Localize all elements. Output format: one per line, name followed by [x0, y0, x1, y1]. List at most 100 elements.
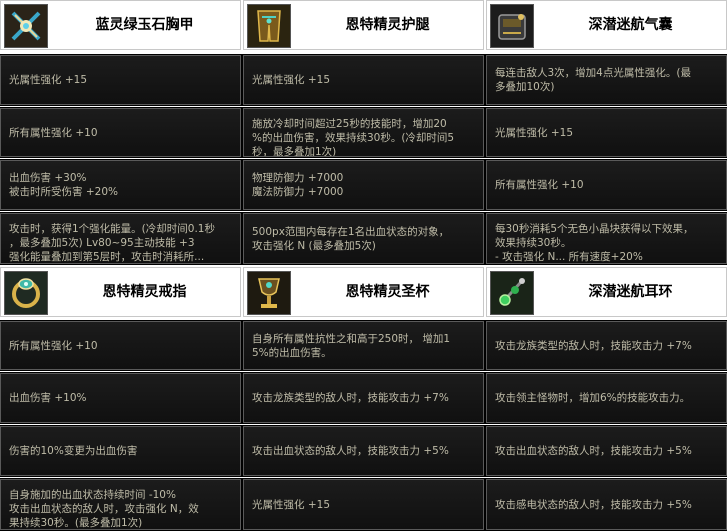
option-line: 出血伤害 +30% [9, 172, 87, 184]
option-line: 每连击敌人3次，增加4点光属性强化。(最 [495, 67, 691, 79]
option-line: 多叠加10次) [495, 81, 555, 93]
option-line: 被击时所受伤害 +20% [9, 186, 118, 198]
item-header: 恩特精灵圣杯 [243, 267, 484, 317]
option-panel: 所有属性强化 +10 [0, 320, 242, 371]
option-line: 攻击时，获得1个强化能量。(冷却时间0.1秒 [9, 223, 215, 235]
option-line: 伤害的10%变更为出血伤害 [9, 445, 138, 457]
option-line: 所有属性强化 +10 [495, 179, 584, 191]
option-text: 攻击领主怪物时，增加6%的技能攻击力。 [495, 391, 690, 405]
option-panel: 所有属性强化 +10 [485, 159, 727, 211]
option-panel: 出血伤害 +10% [0, 372, 242, 424]
option-panel: 攻击领主怪物时，增加6%的技能攻击力。 [485, 372, 727, 424]
option-panel: 攻击出血状态的敌人时，技能攻击力 +5% [242, 425, 485, 477]
option-panel: 500px范围内每存在1名出血状态的对象， 攻击强化 N (最多叠加5次) [242, 212, 485, 265]
item-name: 蓝灵绿玉石胸甲 [95, 17, 194, 33]
option-text: 自身所有属性抗性之和高于250时， 增加1 5%的出血伤害。 [252, 332, 450, 360]
option-text: 攻击出血状态的敌人时，技能攻击力 +5% [252, 444, 449, 458]
option-panel: 所有属性强化 +10 [0, 107, 242, 158]
option-line: 施放冷却时间超过25秒的技能时，增加20 [252, 118, 447, 130]
option-panel: 攻击出血状态的敌人时，技能攻击力 +5% [485, 425, 727, 477]
option-text: 攻击时，获得1个强化能量。(冷却时间0.1秒 ，最多叠加5次) Lv80~95主动… [9, 222, 215, 263]
option-line: 5%的出血伤害。 [252, 346, 332, 359]
item-name: 恩特精灵戒指 [102, 284, 187, 300]
option-line: 所有属性强化 +10 [9, 126, 98, 139]
option-text: 攻击龙族类型的敌人时，技能攻击力 +7% [252, 391, 449, 405]
option-line: 攻击感电状态的敌人时，技能攻击力 +5% [495, 498, 692, 511]
option-text: 自身施加的出血状态持续时间 -10% 攻击出血状态的敌人时，攻击强化 N，效 果持续… [9, 488, 199, 529]
option-line: 效果持续30秒。 [495, 237, 572, 249]
option-line: 光属性强化 +15 [495, 126, 573, 139]
option-text: 攻击感电状态的敌人时，技能攻击力 +5% [495, 498, 692, 512]
chest-armor-icon[interactable] [4, 4, 48, 48]
option-text: 光属性强化 +15 [9, 73, 87, 87]
item-column-2: 恩特精灵护腿光属性强化 +15 施放冷却时间超过25秒的技能时，增加20 %的出血伤… [242, 0, 485, 531]
option-line: 所有属性强化 +10 [9, 339, 98, 352]
option-line: 秒，最多叠加1次) [252, 146, 337, 157]
option-line: 果持续30秒。(最多叠加1次) [9, 517, 143, 529]
option-text: 每连击敌人3次，增加4点光属性强化。(最 多叠加10次) [495, 66, 691, 94]
option-text: 光属性强化 +15 [252, 498, 330, 512]
chalice-icon[interactable] [247, 271, 291, 315]
option-line: 500px范围内每存在1名出血状态的对象， [252, 225, 450, 238]
option-text: 攻击龙族类型的敌人时，技能攻击力 +7% [495, 339, 692, 353]
option-panel: 攻击时，获得1个强化能量。(冷却时间0.1秒 ，最多叠加5次) Lv80~95主动… [0, 212, 242, 265]
option-panel: 物理防御力 +7000 魔法防御力 +7000 [242, 159, 485, 211]
option-text: 所有属性强化 +10 [9, 339, 98, 353]
earring-icon[interactable] [490, 271, 534, 315]
option-panel: 每30秒消耗5个无色小晶块获得以下效果， 效果持续30秒。 - 攻击强化 N... … [485, 212, 727, 265]
option-line: 攻击出血状态的敌人时，技能攻击力 +5% [495, 445, 692, 457]
option-line: ，最多叠加5次) Lv80~95主动技能 +3 [9, 237, 195, 249]
option-panel: 攻击龙族类型的敌人时，技能攻击力 +7% [485, 320, 727, 371]
item-header: 深潜迷航耳环 [486, 267, 727, 317]
item-name: 深潜迷航耳环 [588, 284, 673, 300]
option-panel: 自身所有属性抗性之和高于250时， 增加1 5%的出血伤害。 [242, 320, 485, 371]
option-panel: 光属性强化 +15 [242, 54, 485, 106]
option-panel: 施放冷却时间超过25秒的技能时，增加20 %的出血伤害，效果持续30秒。(冷却时间… [242, 107, 485, 158]
option-line: 自身施加的出血状态持续时间 -10% [9, 489, 176, 501]
option-text: 伤害的10%变更为出血伤害 [9, 444, 137, 458]
option-panel: 攻击龙族类型的敌人时，技能攻击力 +7% [242, 372, 485, 424]
option-line: 出血伤害 +10% [9, 392, 87, 404]
option-panel: 光属性强化 +15 [242, 478, 485, 531]
option-text: 攻击出血状态的敌人时，技能攻击力 +5% [495, 444, 692, 458]
option-text: 500px范围内每存在1名出血状态的对象， 攻击强化 N (最多叠加5次) [252, 225, 449, 253]
option-line: 光属性强化 +15 [252, 74, 330, 86]
option-line: 攻击龙族类型的敌人时，技能攻击力 +7% [495, 339, 692, 352]
option-line: 强化能量叠加到第5层时，攻击时消耗所... [9, 251, 205, 263]
item-header: 蓝灵绿玉石胸甲 [0, 0, 241, 50]
option-line: - 攻击强化 N... 所有速度+20% [495, 251, 643, 263]
option-text: 所有属性强化 +10 [495, 178, 584, 192]
option-text: 光属性强化 +15 [252, 73, 330, 87]
item-header: 恩特精灵戒指 [0, 267, 241, 317]
option-line: 攻击出血状态的敌人时，技能攻击力 +5% [252, 445, 449, 457]
option-panel: 每连击敌人3次，增加4点光属性强化。(最 多叠加10次) [485, 54, 727, 106]
item-name: 恩特精灵护腿 [345, 17, 430, 33]
item-column-1: 蓝灵绿玉石胸甲光属性强化 +15 所有属性强化 +10 出血伤害 +30% 被击时所受… [0, 0, 242, 531]
item-header: 深潜迷航气囊 [486, 0, 727, 50]
option-text: 所有属性强化 +10 [9, 126, 98, 140]
leg-armor-icon[interactable] [247, 4, 291, 48]
option-panel: 出血伤害 +30% 被击时所受伤害 +20% [0, 159, 242, 211]
option-text: 出血伤害 +30% 被击时所受伤害 +20% [9, 171, 118, 199]
option-text: 光属性强化 +15 [495, 126, 573, 140]
option-line: 攻击出血状态的敌人时，攻击强化 N，效 [9, 503, 199, 515]
option-line: 每30秒消耗5个无色小晶块获得以下效果， [495, 223, 694, 235]
option-text: 施放冷却时间超过25秒的技能时，增加20 %的出血伤害，效果持续30秒。(冷却时间… [252, 117, 455, 157]
option-line: 攻击龙族类型的敌人时，技能攻击力 +7% [252, 392, 449, 404]
option-panel: 自身施加的出血状态持续时间 -10% 攻击出血状态的敌人时，攻击强化 N，效 果持续… [0, 478, 242, 531]
option-text: 每30秒消耗5个无色小晶块获得以下效果， 效果持续30秒。 - 攻击强化 N... … [495, 222, 694, 263]
ring-icon[interactable] [4, 271, 48, 315]
option-line: 光属性强化 +15 [9, 74, 87, 86]
option-line: %的出血伤害，效果持续30秒。(冷却时间5 [252, 132, 455, 144]
option-text: 物理防御力 +7000 魔法防御力 +7000 [252, 171, 343, 199]
item-column-3: 深潜迷航气囊每连击敌人3次，增加4点光属性强化。(最 多叠加10次) 光属性强化 +… [485, 0, 727, 531]
option-panel: 攻击感电状态的敌人时，技能攻击力 +5% [485, 478, 727, 531]
option-line: 攻击强化 N (最多叠加5次) [252, 239, 376, 252]
item-name: 恩特精灵圣杯 [345, 284, 430, 300]
option-panel: 光属性强化 +15 [485, 107, 727, 158]
item-name: 深潜迷航气囊 [588, 17, 673, 33]
item-header: 恩特精灵护腿 [243, 0, 484, 50]
option-panel: 光属性强化 +15 [0, 54, 242, 106]
option-line: 攻击领主怪物时，增加6%的技能攻击力。 [495, 392, 691, 404]
airbag-icon[interactable] [490, 4, 534, 48]
